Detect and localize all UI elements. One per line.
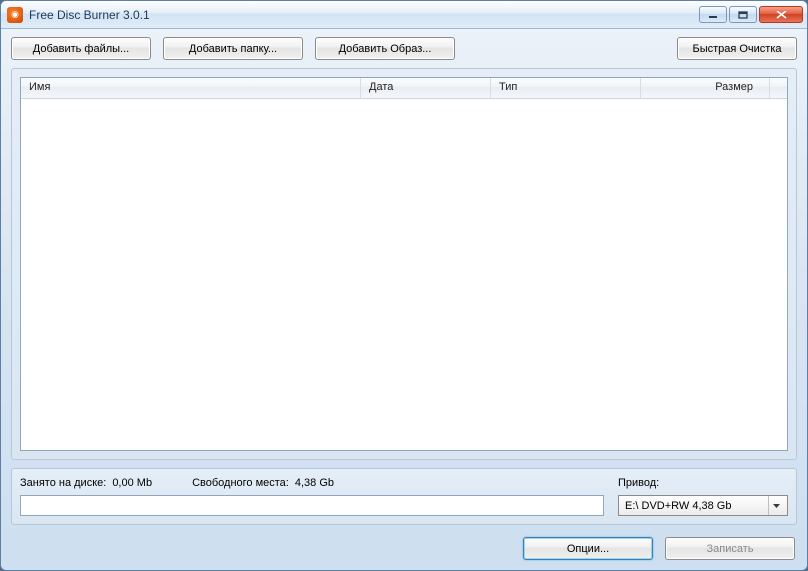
column-type[interactable]: Тип <box>491 78 641 98</box>
options-button[interactable]: Опции... <box>523 537 653 560</box>
burn-button[interactable]: Записать <box>665 537 795 560</box>
file-list-group: Имя Дата Тип Размер <box>11 68 797 460</box>
column-pad <box>770 78 787 98</box>
content-area: Добавить файлы... Добавить папку... Доба… <box>1 29 807 570</box>
quick-erase-button[interactable]: Быстрая Очистка <box>677 37 797 60</box>
add-files-button[interactable]: Добавить файлы... <box>11 37 151 60</box>
minimize-button[interactable] <box>699 6 727 23</box>
chevron-down-icon <box>773 504 780 508</box>
column-size[interactable]: Размер <box>641 78 770 98</box>
toolbar-spacer <box>467 37 665 60</box>
dropdown-arrow <box>768 496 783 515</box>
free-space-value: 4,38 Gb <box>295 477 334 489</box>
free-space-label: Свободного места: <box>192 477 289 489</box>
status-labels: Занято на диске: 0,00 Mb Свободного мест… <box>20 477 604 489</box>
column-name[interactable]: Имя <box>21 78 361 98</box>
close-icon <box>776 11 787 19</box>
window-title: Free Disc Burner 3.0.1 <box>29 8 150 22</box>
status-group: Занято на диске: 0,00 Mb Свободного мест… <box>11 468 797 525</box>
used-space-value: 0,00 Mb <box>112 477 152 489</box>
footer: Опции... Записать <box>11 533 797 560</box>
close-button[interactable] <box>759 6 803 23</box>
drive-select[interactable]: E:\ DVD+RW 4,38 Gb <box>618 495 788 516</box>
file-listview[interactable]: Имя Дата Тип Размер <box>20 77 788 451</box>
window-controls <box>699 6 803 23</box>
maximize-icon <box>738 11 748 19</box>
minimize-icon <box>708 11 718 19</box>
app-window: Free Disc Burner 3.0.1 Добавить файлы...… <box>0 0 808 571</box>
column-date[interactable]: Дата <box>361 78 491 98</box>
listview-body[interactable] <box>21 99 787 450</box>
drive-label: Привод: <box>618 477 788 489</box>
used-space-label: Занято на диске: <box>20 477 106 489</box>
app-icon <box>7 7 23 23</box>
toolbar: Добавить файлы... Добавить папку... Доба… <box>11 37 797 60</box>
drive-selected-value: E:\ DVD+RW 4,38 Gb <box>625 500 731 512</box>
maximize-button[interactable] <box>729 6 757 23</box>
disc-usage-bar <box>20 495 604 516</box>
add-folder-button[interactable]: Добавить папку... <box>163 37 303 60</box>
add-image-button[interactable]: Добавить Образ... <box>315 37 455 60</box>
listview-header: Имя Дата Тип Размер <box>21 78 787 99</box>
titlebar[interactable]: Free Disc Burner 3.0.1 <box>1 1 807 29</box>
